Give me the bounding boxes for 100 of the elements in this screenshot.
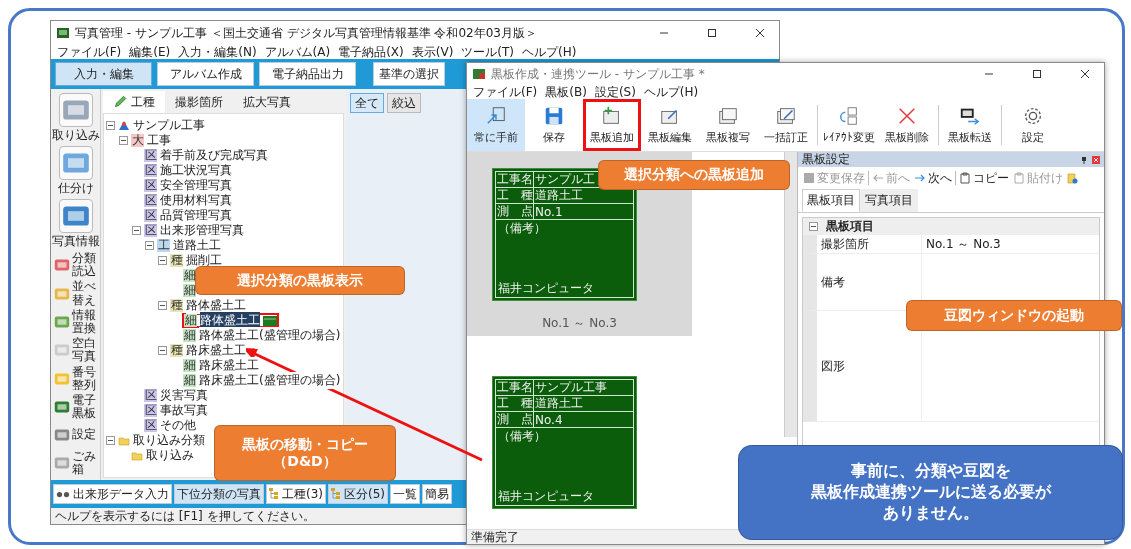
sidebar-button[interactable]: 分類読込 [53, 252, 98, 279]
sidebar-button[interactable]: ごみ箱 [53, 449, 98, 476]
menu-item[interactable]: 編集(E) [129, 43, 171, 61]
collapse-icon[interactable] [158, 301, 167, 310]
menu-item[interactable]: 入力・編集(N) [178, 43, 257, 61]
collapse-icon[interactable] [119, 136, 128, 145]
menu-item[interactable]: 黒板(B) [545, 83, 587, 101]
tree-item[interactable]: 工事 [147, 132, 171, 149]
scrollbar[interactable] [784, 152, 797, 437]
blackboard-icon [263, 315, 277, 326]
tool-icon [959, 172, 971, 184]
mode-tab[interactable]: 入力・編集 [55, 62, 152, 86]
app-icon [57, 27, 69, 39]
clipboard-icon[interactable] [1066, 172, 1078, 184]
toolbar-button[interactable]: 一括訂正 [757, 99, 815, 151]
maximize-icon[interactable] [1032, 69, 1042, 79]
bottom-button[interactable]: 工種(3) [266, 484, 326, 504]
toolbar-button[interactable]: ﾚｲｱｳﾄ変更 [820, 99, 878, 151]
bottom-button[interactable]: 区分(5) [328, 484, 388, 504]
board-caption: No.1 ～ No.3 [542, 315, 617, 332]
collapse-icon[interactable] [145, 241, 154, 250]
dots-icon [56, 490, 70, 498]
tree-item[interactable]: 事故写真 [160, 402, 208, 419]
pin-icon[interactable] [1080, 155, 1088, 164]
menu-item[interactable]: 表示(V) [411, 43, 454, 61]
tree-item[interactable]: 路体盛土工(盛管理の場合) [199, 327, 341, 344]
collapse-icon[interactable] [132, 226, 141, 235]
tool-icon [58, 93, 93, 127]
sidebar-button[interactable]: 電子黒板 [53, 393, 98, 421]
sidebar-button[interactable]: 空白写真 [53, 337, 98, 364]
panel-tab[interactable]: 写真項目 [860, 189, 918, 212]
close-icon[interactable] [1080, 69, 1090, 79]
board-footer: 福井コンピュータ [496, 488, 633, 505]
board-value: サンプル工 [534, 171, 595, 188]
toolbar-button[interactable]: 黒板削除 [878, 99, 936, 151]
toolbar-button[interactable]: 黒板編集 [641, 99, 699, 151]
panel-title: 黒板設定 [802, 151, 850, 168]
board-value: No.4 [534, 412, 563, 427]
sidebar-button[interactable]: 写真情報 [53, 199, 98, 250]
collapse-icon[interactable] [158, 256, 167, 265]
board-label: 測 点 [496, 412, 534, 427]
panel-tool-button[interactable]: 次へ [913, 169, 953, 187]
tree-item[interactable]: 出来形管理写真 [160, 222, 244, 239]
toolbar-button[interactable]: 保存 [525, 99, 583, 151]
tree-item[interactable]: サンプル工事 [133, 117, 205, 134]
category-badge: 区 [144, 209, 157, 222]
bottom-button[interactable]: 出来形データ入力 [53, 484, 172, 504]
sidebar-button[interactable]: 番号整列 [53, 365, 98, 392]
tree-item[interactable]: 路床盛土工 [186, 342, 246, 359]
bottom-button[interactable]: 下位分類の写真 [174, 484, 264, 504]
menu-item[interactable]: 電子納品(X) [338, 43, 404, 61]
toolbar-button[interactable]: 黒板複写 [699, 99, 757, 151]
tree-item[interactable]: 着手前及び完成写真 [160, 147, 268, 164]
filter-button[interactable]: 全て [350, 93, 384, 113]
board-remarks: （備考） [497, 220, 547, 237]
mode-tab[interactable]: 基準の選択 [373, 62, 445, 86]
category-badge: 区 [144, 389, 157, 402]
tree-item[interactable]: 路床盛土工(盛管理の場合) [199, 372, 341, 389]
sidebar-button[interactable]: 情報置換 [53, 308, 98, 336]
tree-item[interactable]: 取り込み分類 [133, 432, 205, 449]
sidebar-button[interactable]: 仕分け [53, 146, 98, 197]
collapse-icon[interactable] [158, 346, 167, 355]
folder-icon [118, 434, 130, 447]
category-badge: 種 [170, 299, 183, 312]
panel-tool-button[interactable]: コピー [958, 169, 1010, 187]
menu-item[interactable]: ヘルプ(H) [643, 83, 699, 101]
tree-item[interactable]: 道路土工 [173, 237, 221, 254]
close-icon[interactable] [755, 28, 765, 38]
menu-item[interactable]: ヘルプ(H) [522, 43, 577, 61]
tree-icon [331, 488, 341, 500]
toolbar-button[interactable]: 黒板追加 [583, 99, 641, 151]
maximize-icon[interactable] [707, 28, 717, 38]
tree-tab[interactable]: 拡大写真 [233, 91, 301, 113]
sidebar-button[interactable]: 並べ替え [53, 280, 98, 307]
collapse-icon[interactable] [106, 436, 115, 445]
toolbar-button[interactable]: 常に手前 [467, 99, 525, 151]
sidebar-button[interactable]: 取り込み [53, 93, 98, 144]
collapse-icon[interactable] [106, 121, 115, 130]
tree-item[interactable]: 取り込み [146, 447, 194, 464]
pencil-icon [113, 95, 127, 109]
menu-item[interactable]: ツール(T) [461, 43, 514, 61]
mode-tab[interactable]: アルバム作成 [157, 62, 254, 86]
mode-tab[interactable]: 電子納品出力 [259, 62, 356, 86]
tree-tab[interactable]: 撮影箇所 [165, 91, 233, 113]
toolbar-button[interactable]: 黒板転送 [941, 99, 999, 151]
menu-item[interactable]: ファイル(F) [57, 43, 122, 61]
tree-tab[interactable]: 工種 [103, 91, 165, 113]
board-value: 道路土工 [534, 395, 583, 412]
bottom-button[interactable]: 簡易 [422, 484, 452, 504]
panel-tab[interactable]: 黒板項目 [802, 189, 860, 212]
filter-button[interactable]: 絞込 [387, 93, 421, 113]
menu-item[interactable]: ファイル(F) [473, 83, 538, 101]
bottom-button[interactable]: 一覧 [390, 484, 420, 504]
collapse-icon[interactable] [809, 222, 818, 231]
menu-item[interactable]: アルバム(A) [264, 43, 331, 61]
menu-item[interactable]: 設定(S) [594, 83, 636, 101]
sidebar-button[interactable]: 設定 [53, 422, 98, 448]
tool-icon [58, 146, 93, 180]
tree-item[interactable]: 路体盛土工 [186, 297, 246, 314]
toolbar-button[interactable]: 設定 [1004, 99, 1062, 151]
